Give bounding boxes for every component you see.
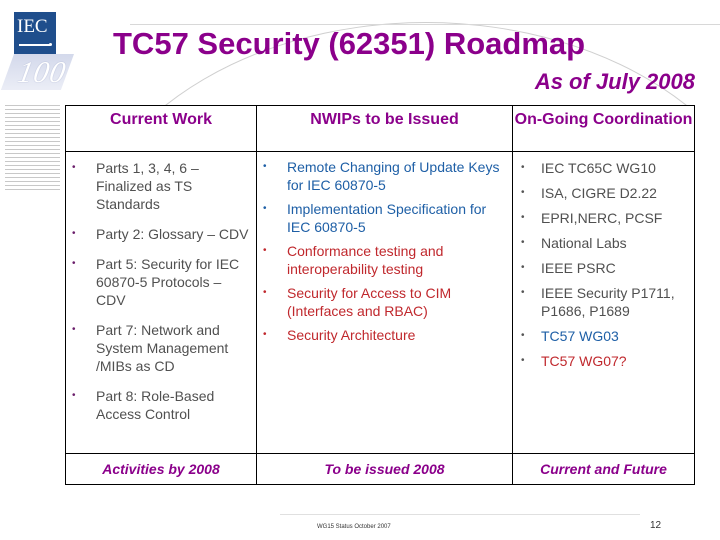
footer-rule	[280, 514, 640, 515]
list-item-text: Party 2: Glossary – CDV	[96, 226, 249, 242]
bullet-icon: •	[521, 330, 525, 341]
list-item-text: Part 5: Security for IEC 60870-5 Protoco…	[96, 256, 240, 308]
list-item: • Parts 1, 3, 4, 6 – Finalized as TS Stan…	[66, 159, 256, 213]
header-nwips: NWIPs to be Issued	[256, 105, 513, 152]
list-item: • Part 7: Network and System Management /…	[66, 321, 256, 375]
list-item: • ISA, CIGRE D2.22	[513, 184, 694, 202]
list-item: • Implementation Specification for IEC 60…	[257, 200, 512, 236]
footer-text: WG15 Status October 2007	[317, 524, 391, 530]
body-row: • Parts 1, 3, 4, 6 – Finalized as TS Stan…	[65, 151, 695, 454]
page-number: 12	[650, 520, 662, 531]
bullet-icon: •	[72, 228, 76, 239]
roadmap-table: Current Work NWIPs to be Issued On-Going…	[65, 105, 695, 485]
current-work-cell: • Parts 1, 3, 4, 6 – Finalized as TS Stan…	[65, 151, 257, 454]
bullet-icon: •	[263, 329, 267, 340]
list-item-text: Remote Changing of Update Keys for IEC 6…	[287, 159, 500, 193]
footer-nwips: To be issued 2008	[256, 453, 513, 485]
bullet-icon: •	[521, 162, 525, 173]
list-item: • Part 8: Role-Based Access Control	[66, 387, 256, 423]
bullet-icon: •	[521, 237, 525, 248]
slide-subtitle: As of July 2008	[534, 69, 695, 94]
list-item-text: IEEE Security P1711, P1686, P1689	[541, 285, 675, 319]
footer-coordination: Current and Future	[512, 453, 695, 485]
bullet-icon: •	[72, 258, 76, 269]
title-rule	[130, 24, 720, 25]
list-item: • Part 5: Security for IEC 60870-5 Protoc…	[66, 255, 256, 309]
list-item: • IEEE Security P1711, P1686, P1689	[513, 284, 694, 320]
list-item: • IEC TC65C WG10	[513, 159, 694, 177]
bullet-icon: •	[263, 161, 267, 172]
list-item-text: ISA, CIGRE D2.22	[541, 185, 657, 201]
list-item-text: Security for Access to CIM (Interfaces a…	[287, 285, 452, 319]
footer-row: Activities by 2008 To be issued 2008 Cur…	[65, 453, 695, 485]
list-item-text: TC57 WG07?	[541, 353, 627, 369]
list-item-text: Parts 1, 3, 4, 6 – Finalized as TS Stand…	[96, 160, 199, 212]
list-item: • EPRI,NERC, PCSF	[513, 209, 694, 227]
bullet-icon: •	[263, 287, 267, 298]
decorative-lines	[5, 105, 60, 193]
list-item-text: Part 7: Network and System Management /M…	[96, 322, 229, 374]
bullet-icon: •	[72, 390, 76, 401]
bullet-icon: •	[521, 187, 525, 198]
list-item-text: Part 8: Role-Based Access Control	[96, 388, 215, 422]
bullet-icon: •	[72, 324, 76, 335]
list-item-text: TC57 WG03	[541, 328, 619, 344]
list-item: • Security Architecture	[257, 326, 512, 344]
bullet-icon: •	[263, 203, 267, 214]
list-item: • National Labs	[513, 234, 694, 252]
bullet-icon: •	[521, 212, 525, 223]
bullet-icon: •	[72, 162, 76, 173]
list-item-text: Conformance testing and interoperability…	[287, 243, 444, 277]
logo-underline	[19, 44, 50, 46]
coordination-list: • IEC TC65C WG10 • ISA, CIGRE D2.22 • EPRI,NE…	[513, 159, 694, 370]
header-row: Current Work NWIPs to be Issued On-Going…	[65, 105, 695, 152]
header-current-work: Current Work	[65, 105, 257, 152]
logo-dot	[49, 43, 52, 46]
list-item: • TC57 WG07?	[513, 352, 694, 370]
list-item: • Remote Changing of Update Keys for IEC …	[257, 158, 512, 194]
list-item-text: National Labs	[541, 235, 627, 251]
iec-logo: IEC	[14, 12, 56, 54]
list-item-text: IEC TC65C WG10	[541, 160, 656, 176]
list-item-text: Security Architecture	[287, 327, 416, 343]
list-item-text: Implementation Specification for IEC 608…	[287, 201, 487, 235]
list-item: • Security for Access to CIM (Interfaces …	[257, 284, 512, 320]
bullet-icon: •	[521, 262, 525, 273]
slide-title: TC57 Security (62351) Roadmap	[113, 26, 586, 61]
current-work-list: • Parts 1, 3, 4, 6 – Finalized as TS Stan…	[66, 159, 256, 423]
bullet-icon: •	[263, 245, 267, 256]
logo-text: IEC	[17, 16, 48, 37]
coordination-cell: • IEC TC65C WG10 • ISA, CIGRE D2.22 • EPRI,NE…	[512, 151, 695, 454]
header-coordination: On-Going Coordination	[512, 105, 695, 152]
nwips-list: • Remote Changing of Update Keys for IEC …	[257, 158, 512, 344]
list-item-text: IEEE PSRC	[541, 260, 616, 276]
list-item-text: EPRI,NERC, PCSF	[541, 210, 663, 226]
list-item: • IEEE PSRC	[513, 259, 694, 277]
bullet-icon: •	[521, 355, 525, 366]
list-item: • Party 2: Glossary – CDV	[66, 225, 256, 243]
footer-current-work: Activities by 2008	[65, 453, 257, 485]
bullet-icon: •	[521, 287, 525, 298]
nwips-cell: • Remote Changing of Update Keys for IEC …	[256, 151, 513, 454]
list-item: • Conformance testing and interoperabilit…	[257, 242, 512, 278]
list-item: • TC57 WG03	[513, 327, 694, 345]
